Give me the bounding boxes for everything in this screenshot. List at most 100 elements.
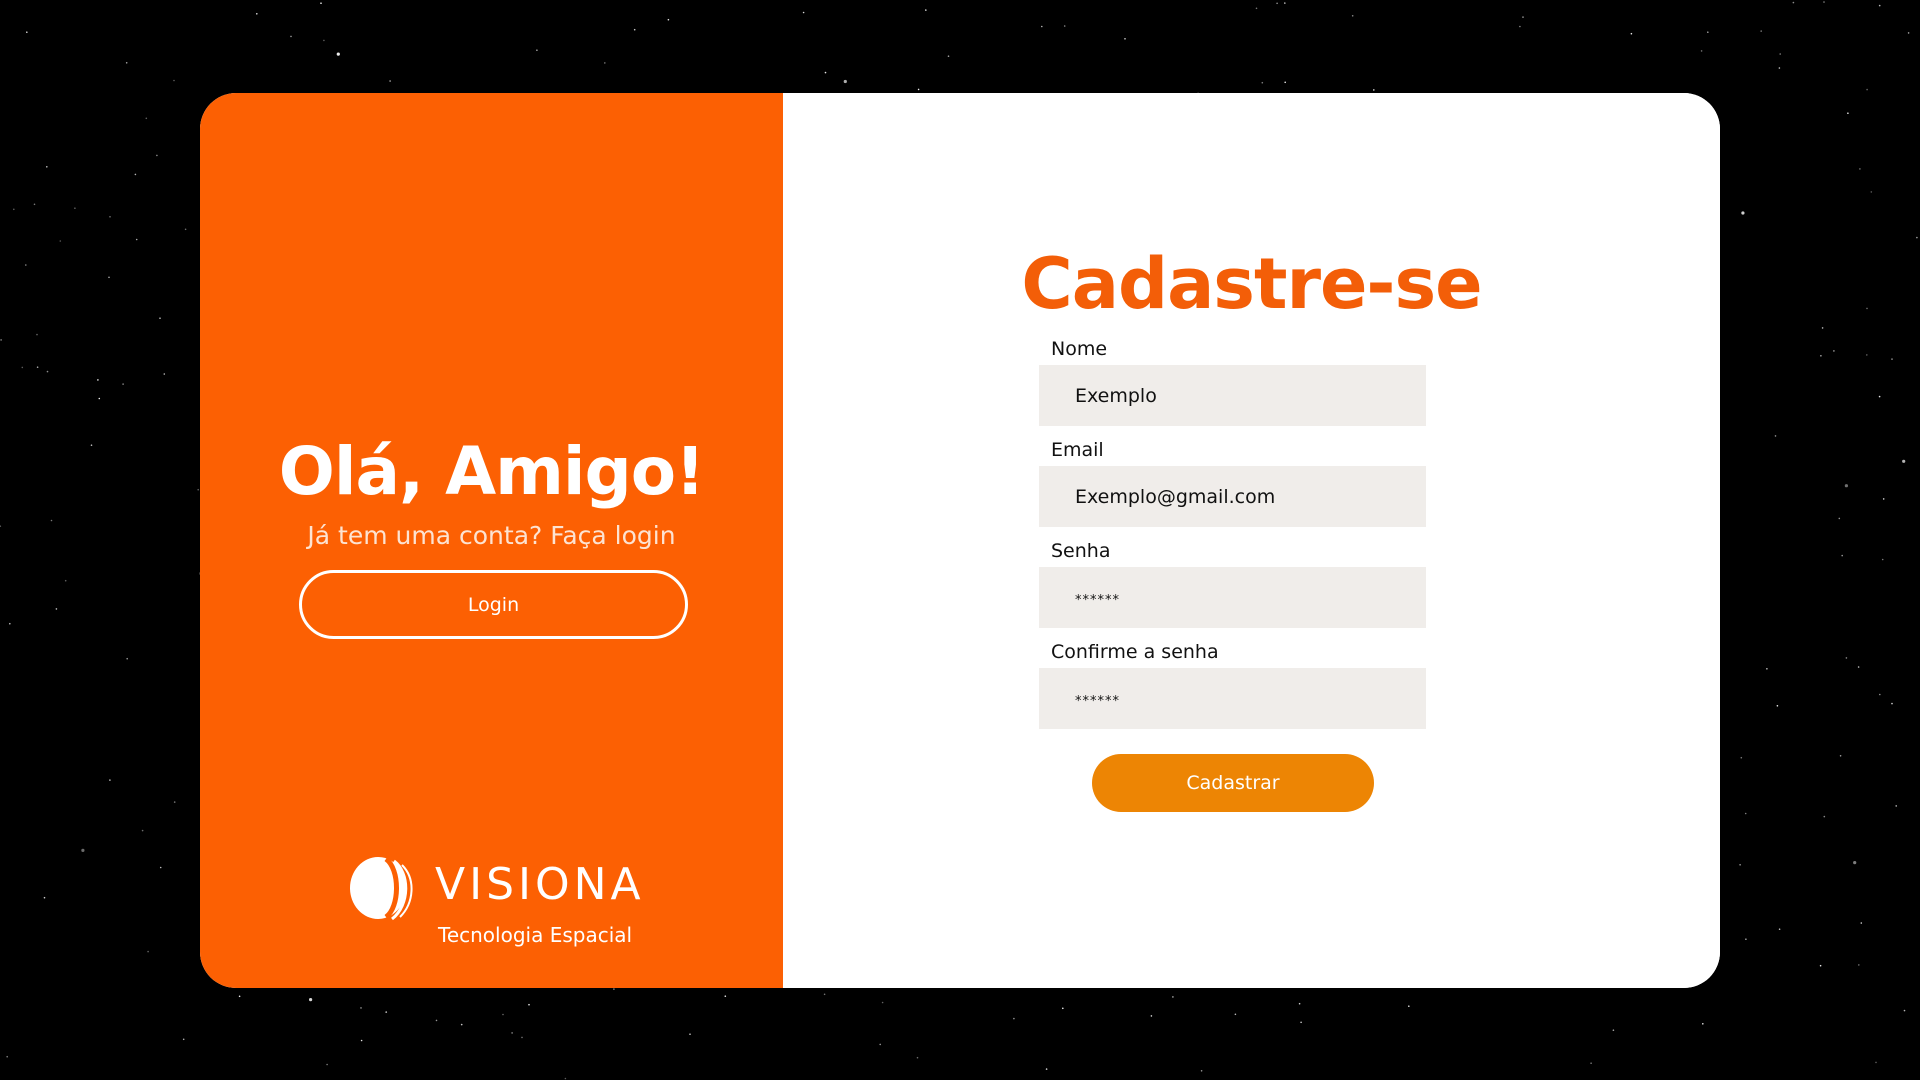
star bbox=[43, 896, 46, 899]
star bbox=[802, 11, 805, 14]
star bbox=[135, 238, 138, 241]
name-field-label: Nome bbox=[1051, 338, 1108, 360]
star bbox=[917, 88, 920, 91]
star bbox=[1373, 89, 1375, 91]
star bbox=[925, 9, 927, 11]
email-input[interactable] bbox=[1039, 466, 1426, 527]
star bbox=[1878, 4, 1881, 7]
star bbox=[26, 31, 28, 33]
star bbox=[528, 1003, 530, 1006]
star bbox=[159, 317, 161, 320]
star bbox=[1903, 1009, 1906, 1012]
star bbox=[163, 373, 166, 375]
star bbox=[1916, 236, 1918, 239]
star bbox=[98, 397, 101, 400]
star bbox=[724, 995, 727, 997]
email-field-label: Email bbox=[1051, 439, 1104, 461]
star bbox=[1866, 307, 1868, 310]
star bbox=[81, 848, 85, 853]
star bbox=[1739, 864, 1741, 866]
visiona-logo-icon bbox=[350, 856, 413, 921]
star bbox=[6, 1055, 8, 1058]
star bbox=[1045, 1068, 1048, 1070]
star bbox=[1702, 1023, 1704, 1025]
star bbox=[460, 1023, 463, 1026]
star bbox=[1844, 484, 1848, 488]
star bbox=[1866, 88, 1868, 91]
star bbox=[1590, 1062, 1592, 1064]
star bbox=[1776, 705, 1779, 707]
star bbox=[385, 1011, 388, 1013]
star bbox=[360, 1039, 363, 1042]
star bbox=[184, 228, 187, 231]
star bbox=[0, 525, 2, 527]
star bbox=[1882, 498, 1885, 500]
star bbox=[1124, 38, 1126, 40]
star bbox=[1838, 517, 1841, 520]
star bbox=[36, 366, 39, 369]
star bbox=[134, 173, 137, 176]
star bbox=[1857, 666, 1860, 668]
star bbox=[173, 79, 175, 82]
star bbox=[1821, 327, 1824, 329]
star bbox=[1284, 81, 1286, 84]
star bbox=[1172, 996, 1174, 998]
star bbox=[1881, 558, 1884, 561]
password-input[interactable] bbox=[1039, 567, 1426, 628]
star bbox=[97, 379, 99, 381]
star bbox=[521, 1036, 523, 1039]
star bbox=[50, 519, 53, 522]
star bbox=[255, 13, 258, 15]
name-input[interactable] bbox=[1039, 365, 1426, 426]
star bbox=[604, 62, 606, 64]
register-button[interactable]: Cadastrar bbox=[1092, 754, 1374, 812]
star bbox=[320, 2, 322, 4]
star bbox=[1062, 1007, 1064, 1010]
star bbox=[336, 52, 340, 56]
star bbox=[238, 995, 241, 998]
star bbox=[1261, 81, 1264, 84]
star bbox=[435, 1019, 438, 1022]
star bbox=[1740, 756, 1743, 759]
star bbox=[1879, 693, 1881, 696]
star bbox=[1823, 1, 1825, 3]
star bbox=[1760, 30, 1762, 32]
star bbox=[1774, 435, 1777, 437]
star bbox=[1744, 812, 1747, 815]
login-prompt-text: Já tem uma conta? Faça login bbox=[307, 521, 676, 550]
star bbox=[156, 154, 158, 157]
star bbox=[109, 216, 111, 218]
star bbox=[1907, 32, 1910, 34]
star bbox=[689, 1033, 691, 1035]
star bbox=[823, 993, 826, 996]
star bbox=[21, 366, 24, 369]
star bbox=[1841, 554, 1843, 557]
star bbox=[1875, 1061, 1877, 1064]
star bbox=[1902, 459, 1906, 463]
confirm-password-input[interactable] bbox=[1039, 668, 1426, 729]
login-button[interactable]: Login bbox=[299, 570, 688, 639]
star bbox=[1792, 1, 1795, 4]
star bbox=[13, 208, 15, 211]
star bbox=[1870, 191, 1873, 193]
star bbox=[1847, 112, 1849, 114]
star bbox=[613, 988, 615, 990]
star bbox=[916, 1056, 919, 1059]
star bbox=[1707, 31, 1709, 33]
star bbox=[197, 488, 199, 491]
visiona-logo: VISIONA Tecnologia Espacial bbox=[348, 853, 648, 953]
star bbox=[125, 62, 128, 64]
star bbox=[881, 1001, 884, 1004]
star bbox=[145, 117, 148, 120]
star bbox=[109, 779, 111, 781]
star bbox=[0, 339, 2, 341]
star bbox=[1895, 805, 1897, 807]
star bbox=[1255, 7, 1258, 10]
star bbox=[59, 240, 62, 242]
star bbox=[1284, 2, 1286, 4]
star bbox=[1845, 657, 1848, 659]
star bbox=[323, 39, 325, 42]
star bbox=[879, 1043, 881, 1046]
star bbox=[1820, 355, 1822, 357]
star bbox=[64, 579, 67, 582]
